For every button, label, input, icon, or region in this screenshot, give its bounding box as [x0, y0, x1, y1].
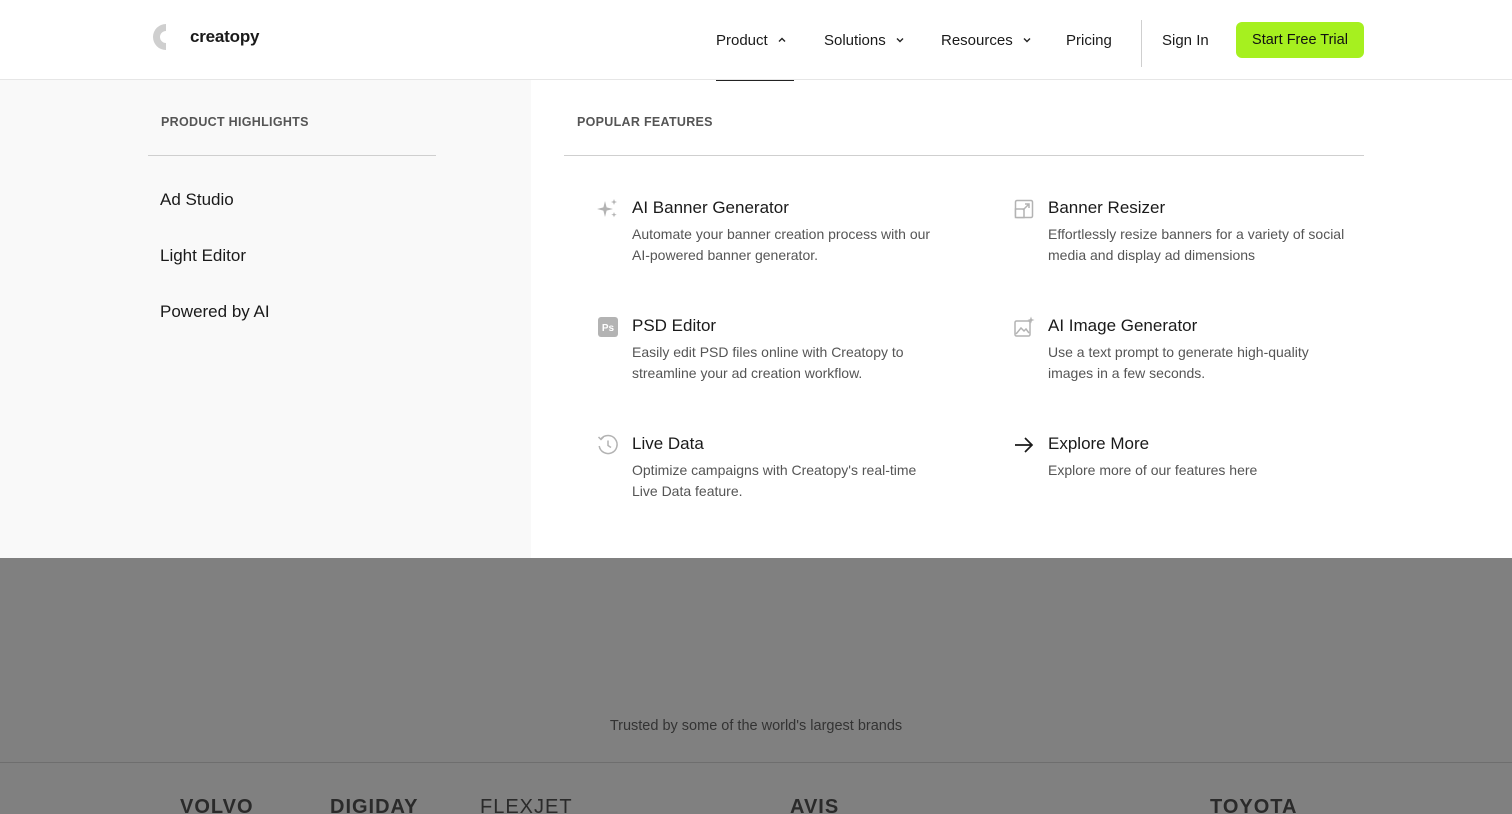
feature-description: Use a text prompt to generate high-quali… [1048, 344, 1309, 381]
page-overlay[interactable] [0, 558, 1512, 814]
product-highlights-panel: PRODUCT HIGHLIGHTS Ad Studio Light Edito… [0, 80, 531, 558]
chevron-down-icon [1023, 38, 1031, 43]
nav-divider [1141, 20, 1142, 67]
trusted-brands-text: Trusted by some of the world's largest b… [609, 718, 903, 734]
nav-resources-label: Resources [941, 31, 1013, 49]
highlights-divider [148, 155, 436, 156]
feature-description: Effortlessly resize banners for a variet… [1048, 226, 1345, 263]
nav-product-label: Product [716, 31, 768, 49]
svg-text:Ps: Ps [602, 323, 615, 334]
sparkles-icon [597, 199, 617, 218]
brand-logo-digiday: DIGIDAY [330, 796, 419, 814]
highlight-light-editor[interactable]: Light Editor [160, 246, 246, 266]
site-header: creatopy Product Solutions Resources Pri… [0, 0, 1512, 81]
nav-pricing[interactable]: Pricing [1066, 0, 1112, 80]
feature-title: Banner Resizer [1048, 198, 1166, 217]
nav-product[interactable]: Product [716, 0, 794, 81]
feature-description: Optimize campaigns with Creatopy's real-… [632, 462, 917, 499]
feature-title: PSD Editor [632, 316, 717, 335]
brand-logo-volvo: VOLVO [180, 796, 254, 814]
brand-logo-flexjet: FLEXJET [480, 796, 573, 814]
features-divider [564, 155, 1364, 156]
nav-solutions[interactable]: Solutions [824, 0, 906, 80]
feature-title: AI Image Generator [1048, 316, 1198, 335]
resize-icon [1014, 199, 1034, 219]
highlights-heading: PRODUCT HIGHLIGHTS [161, 115, 309, 129]
feature-description: Explore more of our features here [1048, 462, 1258, 478]
history-icon [597, 434, 618, 455]
nav-pricing-label: Pricing [1066, 31, 1112, 49]
features-heading: POPULAR FEATURES [577, 115, 713, 129]
start-free-trial-button[interactable]: Start Free Trial [1236, 22, 1364, 58]
feature-description: Easily edit PSD files online with Creato… [632, 344, 904, 381]
creatopy-logo-icon [153, 18, 184, 56]
nav-solutions-label: Solutions [824, 31, 886, 49]
logo[interactable]: creatopy [148, 14, 259, 60]
brand-logo-toyota: TOYOTA [1210, 796, 1298, 814]
sign-in-label: Sign In [1162, 31, 1209, 49]
brands-divider [0, 762, 1512, 763]
feature-title: Explore More [1048, 434, 1150, 453]
feature-title: Live Data [632, 434, 704, 453]
feature-description: Automate your banner creation process wi… [632, 226, 931, 263]
image-sparkle-icon [1014, 316, 1035, 337]
sign-in-link[interactable]: Sign In [1162, 0, 1209, 80]
brand-logo-avis: AVIS [790, 796, 840, 814]
product-mega-menu: PRODUCT HIGHLIGHTS Ad Studio Light Edito… [0, 80, 1512, 558]
highlight-powered-by-ai[interactable]: Powered by AI [160, 302, 270, 322]
feature-title: AI Banner Generator [632, 198, 789, 217]
chevron-down-icon [896, 38, 904, 43]
logo-text: creatopy [190, 27, 260, 46]
arrow-right-icon [1015, 437, 1034, 453]
highlight-ad-studio[interactable]: Ad Studio [160, 190, 234, 210]
chevron-up-icon [778, 37, 786, 42]
nav-resources[interactable]: Resources [941, 0, 1033, 80]
ps-icon: Ps [598, 317, 618, 337]
